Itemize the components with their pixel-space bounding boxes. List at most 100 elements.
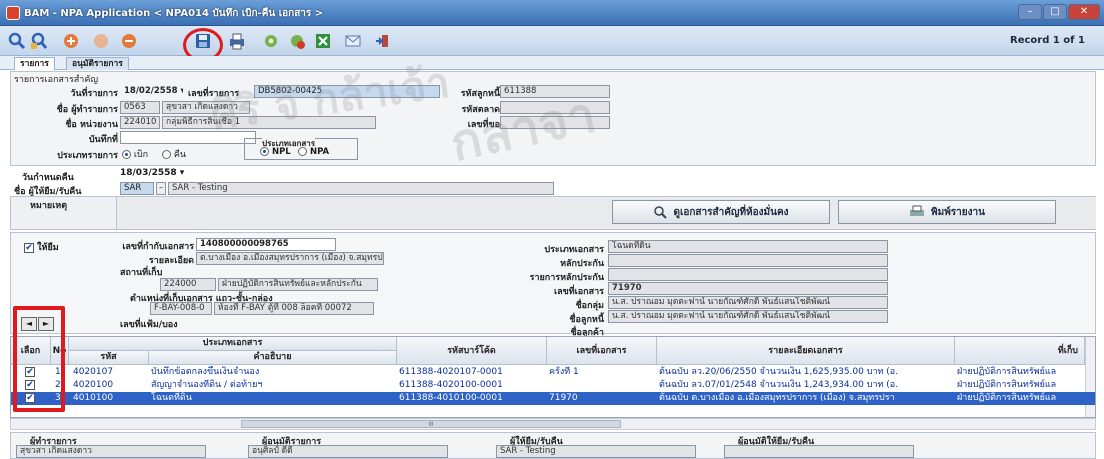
exit-icon[interactable] bbox=[374, 32, 392, 50]
date-field[interactable]: 18/02/2558 ▾ bbox=[120, 85, 184, 98]
market-label: รหัสตลาด bbox=[461, 105, 500, 115]
search-icon[interactable] bbox=[8, 32, 26, 50]
row-docno: ครั้งที่ 1 bbox=[549, 367, 579, 377]
minimize-button[interactable]: – bbox=[1018, 4, 1042, 20]
col-docno-header: เลขที่เอกสาร bbox=[547, 337, 657, 365]
collateral-label: หลักประกัน bbox=[560, 259, 604, 269]
doc-no-field[interactable]: DB5802-00425 bbox=[254, 85, 440, 98]
return-date-label: วันกำหนดคืน bbox=[22, 173, 74, 183]
row-store: ฝ่ายปฏิบัติการสินทรัพย์แล bbox=[957, 380, 1057, 390]
market-field[interactable] bbox=[500, 101, 610, 114]
title-bar: BAM - NPA Application < NPA014 บันทึก เบ… bbox=[0, 0, 1104, 26]
highlight-box bbox=[13, 306, 65, 412]
type-radio-borrow[interactable]: เบิก bbox=[122, 147, 148, 161]
mail-icon[interactable] bbox=[344, 32, 362, 50]
close-button[interactable]: ✕ bbox=[1068, 4, 1100, 20]
requester-name-field: สุขวสา เกิดแสงดาว bbox=[162, 101, 250, 114]
row-code: 4020107 bbox=[73, 367, 114, 377]
remark-label: หมายเหตุ bbox=[30, 201, 68, 211]
tab-list[interactable]: รายการ bbox=[14, 57, 55, 70]
lend-approver-field bbox=[724, 445, 914, 458]
detail-doc-type-field: โฉนดที่ดิน bbox=[608, 240, 888, 253]
date-label: วันที่รายการ bbox=[70, 89, 118, 99]
collateral-item-label: รายการหลักประกัน bbox=[529, 273, 604, 283]
unit-code-field: 224010 bbox=[120, 116, 160, 129]
approver-field: อนุศิลป์ ดีดี bbox=[248, 445, 448, 458]
add-icon[interactable] bbox=[62, 32, 80, 50]
grid-hscroll[interactable]: III bbox=[10, 418, 1096, 430]
back-icon[interactable] bbox=[120, 32, 138, 50]
settings-icon[interactable] bbox=[262, 32, 280, 50]
app-icon bbox=[6, 6, 20, 20]
row-code: 4010100 bbox=[73, 393, 114, 403]
print-icon[interactable] bbox=[228, 32, 246, 50]
requester-label: ชื่อ ผู้ทำรายการ bbox=[56, 105, 118, 115]
col-store-header: ที่เก็บ bbox=[955, 337, 1085, 365]
request-no-field[interactable] bbox=[500, 116, 610, 129]
row-docno: 71970 bbox=[549, 393, 578, 403]
lend-checkbox[interactable]: ✔ ให้ยืม bbox=[24, 240, 59, 254]
table-row[interactable]: ✔ 2 4020100 สัญญาจำนองที่ดิน / ต่อท้ายฯ … bbox=[11, 379, 1095, 392]
position-name-field: ห้องที่ F-BAY ตู้ที่ 008 ล็อคที่ 00072 bbox=[214, 302, 374, 315]
col-code-header: รหัส bbox=[69, 351, 149, 365]
borrower-dropdown[interactable]: – bbox=[156, 182, 166, 195]
row-store: ฝ่ายปฏิบัติการสินทรัพย์แล bbox=[957, 367, 1057, 377]
borrower-code-field[interactable]: SAR bbox=[120, 182, 154, 195]
collateral-item-field bbox=[608, 268, 888, 281]
location-name-field: ฝ่ายปฏิบัติการสินทรัพย์และหลักประกัน bbox=[218, 278, 378, 291]
row-detail: ต้นฉบับ ต.บางเมือง อ.เมืองสมุทรปราการ (เ… bbox=[659, 393, 895, 403]
return-date-field[interactable]: 18/03/2558 ▾ bbox=[120, 168, 184, 178]
group-label: ชื่อกลุ่ม bbox=[575, 301, 604, 311]
row-store: ฝ่ายปฏิบัติการสินทรัพย์แล bbox=[957, 393, 1057, 403]
storage-no-label: เลขที่กำกับเอกสาร bbox=[122, 242, 194, 252]
position-code-field: F-BAY-008-0 bbox=[150, 302, 212, 315]
tab-approve[interactable]: อนุมัติรายการ bbox=[66, 57, 129, 70]
tab-strip bbox=[0, 56, 1104, 70]
window-title: BAM - NPA Application < NPA014 บันทึก เบ… bbox=[24, 8, 324, 19]
unit-label: ชื่อ หน่วยงาน bbox=[65, 120, 118, 130]
doc-number-label: เลขที่เอกสาร bbox=[554, 287, 604, 297]
folder-label: เลขที่แฟ้ม/บอง bbox=[120, 320, 178, 330]
request-no-label: เลขที่ขอ bbox=[467, 120, 500, 130]
col-detail-header: รายละเอียดเอกสาร bbox=[657, 337, 955, 365]
row-code: 4020100 bbox=[73, 380, 114, 390]
col-doctype-header: ประเภทเอกสาร bbox=[69, 337, 397, 351]
note-label: บันทึกที่ bbox=[88, 135, 118, 145]
description-field: ต.บางเมือง อ.เมืองสมุทรปราการ (เมือง) จ.… bbox=[196, 252, 384, 265]
row-detail: ต้นฉบับ ลว.07/01/2548 จำนวนเงิน 1,243,93… bbox=[659, 380, 899, 390]
find-icon[interactable] bbox=[30, 32, 48, 50]
doc-type-radio-npa[interactable]: NPA bbox=[298, 147, 329, 157]
print-report-button[interactable]: พิมพ์รายงาน bbox=[838, 200, 1056, 224]
table-row-selected[interactable]: I ✔ 3 4010100 โฉนดที่ดิน 611388-4010100-… bbox=[11, 392, 1095, 405]
row-barcode: 611388-4020107-0001 bbox=[399, 367, 503, 377]
row-desc: บันทึกข้อตกลงขึ้นเงินจำนอง bbox=[151, 367, 260, 377]
doc-type-radio-npl[interactable]: NPL bbox=[260, 147, 291, 157]
borrower-name-field: SAR - Testing bbox=[168, 182, 554, 195]
maximize-button[interactable]: □ bbox=[1043, 4, 1067, 20]
lender-field: SAR - Testing bbox=[496, 445, 696, 458]
document-grid: เลือก No ประเภทเอกสาร รหัส คำอธิบาย รหัส… bbox=[10, 336, 1096, 418]
maker-field: สุขวสา เกิดแสงดาว bbox=[16, 445, 206, 458]
type-radio-return[interactable]: คืน bbox=[162, 147, 186, 161]
row-desc: สัญญาจำนองที่ดิน / ต่อท้ายฯ bbox=[151, 380, 263, 390]
requester-code-field: 0563 bbox=[120, 101, 160, 114]
col-barcode-header: รหัสบาร์โค้ด bbox=[397, 337, 547, 365]
table-row[interactable]: ✔ 1 4020107 บันทึกข้อตกลงขึ้นเงินจำนอง 6… bbox=[11, 366, 1095, 379]
view-docs-button[interactable]: ดูเอกสารสำคัญที่ห้องมั่นคง bbox=[612, 200, 830, 224]
toolbar: Record 1 of 1 bbox=[0, 26, 1104, 56]
storage-no-field[interactable]: 140800000098765 bbox=[196, 238, 336, 251]
location-label: สถานที่เก็บ bbox=[120, 268, 163, 278]
note-field[interactable] bbox=[120, 131, 256, 144]
debtor-field: น.ส. ปราณอม มุตตะฟาน์ นายกัณฑ์ศักดิ์ พัน… bbox=[608, 310, 888, 323]
location-code-field: 224000 bbox=[160, 278, 216, 291]
record-indicator: Record 1 of 1 bbox=[1010, 35, 1085, 46]
customer-code-field[interactable]: 611388 bbox=[500, 85, 610, 98]
customer-code-label: รหัสลูกหนี้ bbox=[460, 89, 500, 99]
hscroll-thumb[interactable]: III bbox=[241, 420, 621, 428]
refresh-icon[interactable] bbox=[288, 32, 306, 50]
search-doc-icon bbox=[654, 206, 668, 219]
excel-icon[interactable] bbox=[314, 32, 332, 50]
circle-icon[interactable] bbox=[92, 32, 110, 50]
section-title: รายการเอกสารสำคัญ bbox=[14, 75, 99, 85]
collateral-field bbox=[608, 254, 888, 267]
